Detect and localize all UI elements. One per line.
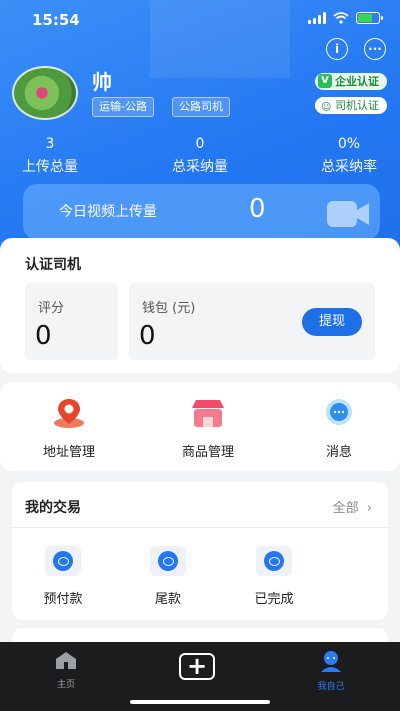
- enterprise-certification-badge[interactable]: V 企业认证: [315, 73, 387, 90]
- section-title: 认证司机: [25, 257, 81, 273]
- trade-label: 已完成: [254, 592, 294, 607]
- status-bar: 15:54: [0, 0, 400, 40]
- tab-label: 主页: [56, 680, 75, 690]
- status-time: 15:54: [32, 11, 80, 29]
- user-name: 帅: [92, 70, 112, 94]
- wallet-box[interactable]: 钱包 (元) 0 提现: [129, 283, 375, 360]
- info-icon[interactable]: i: [326, 38, 348, 60]
- messages-item[interactable]: 消息: [289, 397, 389, 460]
- header-actions: i ···: [326, 38, 386, 60]
- home-icon: [56, 652, 76, 669]
- home-indicator: [130, 700, 270, 704]
- tab-label: 我自己: [317, 682, 345, 692]
- chevron-right-icon: ›: [366, 501, 372, 516]
- stat-label: 总采纳率: [321, 159, 377, 175]
- tab-home[interactable]: 主页: [26, 650, 106, 690]
- view-all-label: 全部: [332, 501, 359, 516]
- prepayment-item[interactable]: 预付款: [28, 546, 98, 607]
- video-camera-icon: [327, 201, 369, 227]
- status-icons: [308, 12, 383, 24]
- balance-payment-icon: [150, 546, 186, 576]
- driver-certification-card: 认证司机 评分 0 钱包 (元) 0 提现: [0, 238, 400, 373]
- stat-adopted-total[interactable]: 0 总采纳量: [145, 136, 255, 176]
- stat-value: 3: [45, 136, 55, 152]
- score-value: 0: [35, 321, 52, 351]
- score-label: 评分: [38, 301, 65, 316]
- verified-icon: V: [318, 74, 332, 88]
- driver-certification-badge[interactable]: ☺ 司机认证: [315, 97, 387, 114]
- person-icon: ☺: [321, 102, 332, 113]
- menu-label: 消息: [325, 445, 352, 460]
- completed-item[interactable]: 已完成: [239, 546, 309, 607]
- completed-icon: [256, 546, 292, 576]
- wallet-label: 钱包 (元): [142, 301, 196, 316]
- prepay-icon: [45, 546, 81, 576]
- more-options-icon[interactable]: ···: [364, 38, 386, 60]
- my-trades-header: 我的交易 全部 ›: [12, 482, 388, 528]
- today-upload-label: 今日视频上传量: [59, 204, 157, 220]
- avatar[interactable]: [12, 66, 78, 120]
- wifi-icon: [333, 12, 349, 24]
- enterprise-certification-label: 企业认证: [335, 75, 379, 88]
- today-upload-card[interactable]: 今日视频上传量 0: [23, 184, 380, 240]
- wallet-value: 0: [139, 321, 156, 351]
- stat-value: 0%: [337, 136, 361, 152]
- score-box[interactable]: 评分 0: [25, 283, 118, 360]
- profile-icon: [321, 651, 341, 672]
- tab-profile[interactable]: 我自己: [291, 650, 371, 692]
- stat-adoption-rate[interactable]: 0% 总采纳率: [294, 136, 400, 176]
- menu-label: 地址管理: [42, 445, 95, 460]
- cellular-signal-icon: [308, 12, 326, 24]
- menu-card: 地址管理 商品管理 消息: [0, 382, 400, 471]
- my-trades-card: 我的交易 全部 › 预付款 尾款 已完成: [12, 482, 388, 620]
- final-payment-item[interactable]: 尾款: [133, 546, 203, 607]
- view-all-link[interactable]: 全部 ›: [333, 497, 372, 516]
- message-icon: [326, 399, 352, 425]
- stat-upload-total[interactable]: 3 上传总量: [0, 136, 105, 176]
- battery-icon: [356, 12, 383, 24]
- tag-road-driver: 公路司机: [172, 97, 230, 117]
- shop-icon: [192, 400, 224, 427]
- location-pin-icon: [54, 399, 84, 428]
- stat-label: 上传总量: [22, 159, 78, 175]
- tag-transport-road: 运输-公路: [92, 97, 154, 117]
- withdraw-button[interactable]: 提现: [302, 308, 362, 336]
- menu-label: 商品管理: [181, 445, 234, 460]
- section-title: 我的交易: [25, 500, 81, 516]
- today-upload-count: 0: [249, 194, 266, 224]
- stat-value: 0: [195, 136, 205, 152]
- stat-label: 总采纳量: [172, 159, 228, 175]
- trade-label: 尾款: [154, 592, 181, 607]
- driver-certification-label: 司机认证: [335, 99, 379, 112]
- trade-label: 预付款: [43, 592, 83, 607]
- address-management-item[interactable]: 地址管理: [19, 397, 119, 460]
- plus-icon[interactable]: +: [179, 653, 215, 680]
- product-management-item[interactable]: 商品管理: [158, 397, 258, 460]
